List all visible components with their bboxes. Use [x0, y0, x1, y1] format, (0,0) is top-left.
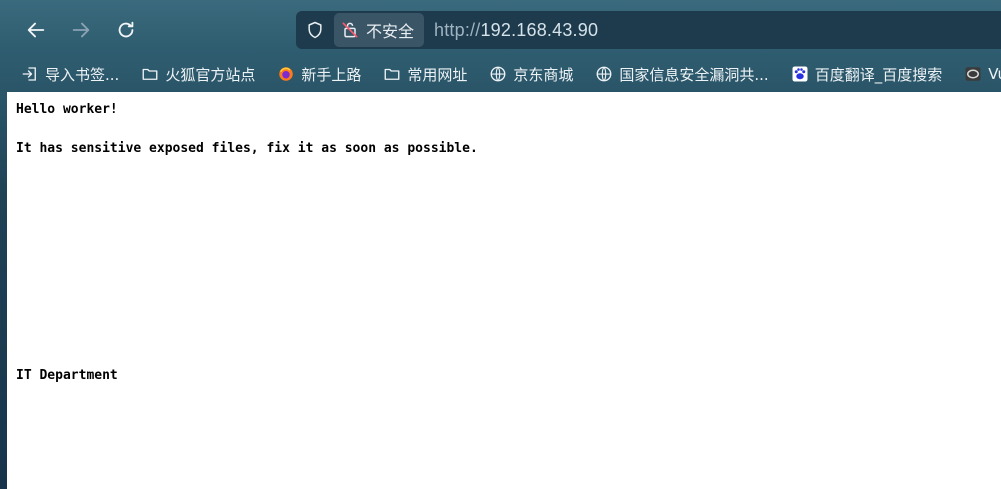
bookmark-common-sites[interactable]: 常用网址	[376, 61, 474, 87]
bookmark-label: 常用网址	[407, 65, 468, 84]
signature-text: IT Department	[16, 368, 118, 383]
forward-arrow-icon	[72, 22, 90, 38]
url-host: 192.168.43.90	[480, 19, 599, 40]
browser-toolbar: 不安全 http://192.168.43.90	[0, 0, 1001, 58]
tracking-protection-button[interactable]	[296, 11, 334, 49]
bookmark-label: 国家信息安全漏洞共...	[619, 65, 769, 84]
url-text[interactable]: http://192.168.43.90	[434, 20, 598, 41]
back-arrow-icon	[27, 22, 45, 38]
bookmark-jd[interactable]: 京东商城	[482, 61, 580, 87]
bookmark-getting-started[interactable]: 新手上路	[270, 61, 368, 87]
address-bar[interactable]: 不安全 http://192.168.43.90	[296, 11, 1001, 49]
reload-icon	[118, 21, 134, 38]
insecure-lock-icon	[342, 22, 358, 38]
bookmark-label: Vulner	[988, 65, 1001, 83]
bookmark-cnvd[interactable]: 国家信息安全漏洞共...	[588, 61, 775, 87]
bookmark-firefox-site[interactable]: 火狐官方站点	[134, 61, 262, 87]
bookmark-label: 京东商城	[513, 65, 574, 84]
reload-button[interactable]	[110, 14, 142, 46]
url-scheme: http://	[434, 19, 481, 40]
folder-icon	[142, 68, 158, 80]
bookmark-label: 火狐官方站点	[165, 65, 256, 84]
vulnhub-icon	[965, 67, 981, 81]
bookmarks-bar: 导入书签... 火狐官方站点 新手上路 常用网址 京东商城 国家信息安全漏洞共.…	[0, 58, 1001, 90]
forward-button[interactable]	[65, 14, 97, 46]
bookmark-baidu-translate[interactable]: 百度翻译_百度搜索	[784, 61, 950, 87]
bookmark-vulnhub[interactable]: Vulner	[957, 61, 1001, 87]
bookmark-label: 导入书签...	[45, 65, 120, 84]
baidu-icon	[792, 66, 808, 82]
globe-icon	[596, 66, 612, 82]
bookmark-label: 新手上路	[301, 65, 362, 84]
warning-message: It has sensitive exposed files, fix it a…	[16, 141, 478, 156]
import-icon	[22, 67, 36, 81]
back-button[interactable]	[20, 14, 52, 46]
page-content: Hello worker! It has sensitive exposed f…	[7, 92, 1001, 489]
security-label: 不安全	[366, 22, 415, 41]
site-security-button[interactable]: 不安全	[334, 13, 425, 47]
bookmark-label: 百度翻译_百度搜索	[814, 65, 943, 84]
folder-icon	[384, 68, 400, 80]
shield-icon	[308, 21, 322, 39]
bookmark-import[interactable]: 导入书签...	[14, 61, 126, 87]
globe-icon	[490, 66, 506, 82]
firefox-icon	[279, 67, 294, 81]
greeting-text: Hello worker!	[16, 102, 118, 117]
